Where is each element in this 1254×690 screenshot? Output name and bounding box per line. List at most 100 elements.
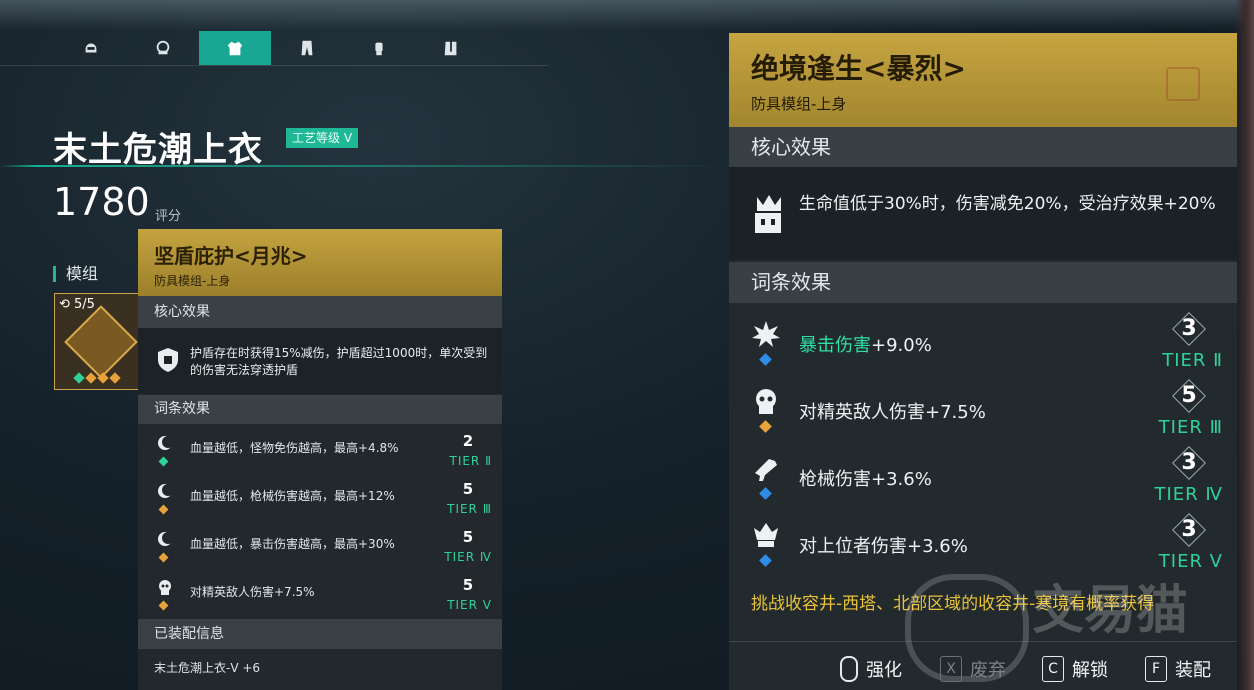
affix-value: +9.0%: [871, 335, 932, 356]
affix-tier: TIER Ⅱ: [449, 454, 492, 468]
equip-info-header: 已装配信息: [138, 619, 502, 649]
moon-icon: [158, 532, 174, 546]
equip-key: F: [1145, 656, 1167, 682]
affix-text: 血量越低，怪物免伤越高，最高+4.8%: [190, 441, 399, 455]
affix-level: 5: [456, 477, 480, 501]
affix-text: 血量越低，暴击伤害越高，最高+30%: [190, 537, 395, 551]
affix-text: 暴击伤害+9.0%: [799, 331, 932, 357]
craft-level-badge: 工艺等级 V: [286, 128, 359, 148]
module-section-label: 模组: [53, 266, 98, 282]
popup-subtitle: 防具模组-上身: [154, 274, 231, 288]
equip-label: 装配: [1175, 660, 1211, 681]
popup-header: 绝境逢生<暴烈> 防具模组-上身: [729, 33, 1237, 127]
equip-info-text: 末土危潮上衣-V +6: [154, 661, 261, 675]
unlock-label: 解锁: [1072, 660, 1108, 681]
mask-icon: [156, 40, 170, 55]
pants-icon: [301, 40, 313, 56]
overlord-icon: [754, 523, 778, 547]
unlock-button[interactable]: C 解锁: [1042, 656, 1108, 682]
gem-icon: [73, 372, 85, 384]
enhance-button[interactable]: 强化: [840, 656, 902, 682]
popup-title: 坚盾庇护<月兆>: [154, 244, 308, 268]
affix-level: 3: [1173, 514, 1205, 546]
core-effect-header: 核心效果: [729, 127, 1237, 167]
affix-level: 5: [456, 525, 480, 549]
faction-emblem-icon: [1166, 67, 1200, 101]
discard-button[interactable]: X 废弃: [940, 656, 1006, 682]
affix-tier: TIER Ⅳ: [444, 550, 492, 564]
burst-icon: [752, 321, 780, 347]
gun-icon: [755, 459, 777, 481]
module-slot[interactable]: ⟲ 5/5: [54, 293, 142, 390]
quality-gem-icon: [158, 600, 169, 611]
affix-row: 对精英敌人伤害+7.5% 5 TIER Ⅲ: [729, 378, 1237, 445]
module-icon: [64, 305, 138, 379]
mouse-icon: [840, 656, 858, 682]
core-effect-text: 生命值低于30%时，伤害减免20%，受治疗效果+20%: [799, 194, 1216, 214]
moon-icon: [158, 436, 174, 450]
tab-top-armor[interactable]: [199, 31, 271, 65]
affix-text: 对上位者伤害+3.6%: [799, 536, 968, 557]
popup-header: 坚盾庇护<月兆> 防具模组-上身: [138, 229, 502, 296]
equipped-module-popup: 坚盾庇护<月兆> 防具模组-上身 核心效果 护盾存在时获得15%减伤，护盾超过1…: [138, 229, 502, 690]
affix-row: 血量越低，暴击伤害越高，最高+30% 5 TIER Ⅳ: [138, 523, 502, 571]
item-score: 1780: [53, 180, 150, 224]
moon-icon: [158, 484, 174, 498]
affix-text: 血量越低，枪械伤害越高，最高+12%: [190, 489, 395, 503]
core-effect-text: 护盾存在时获得15%减伤，护盾超过1000时，单次受到的伤害无法穿透护盾: [190, 346, 488, 377]
gloves-icon: [375, 42, 383, 56]
top-glow: [0, 0, 1254, 30]
elite-skull-icon: [756, 389, 776, 414]
quality-gem-icon: [158, 552, 169, 563]
tab-boots[interactable]: [415, 31, 487, 65]
popup-subtitle: 防具模组-上身: [751, 95, 847, 113]
tab-mask[interactable]: [127, 31, 199, 65]
enhance-label: 强化: [866, 660, 902, 681]
affix-row: 暴击伤害+9.0% 3 TIER Ⅱ: [729, 311, 1237, 378]
gem-icon: [85, 372, 97, 384]
quality-gem-icon: [759, 487, 772, 500]
background-character-edge: [1234, 0, 1254, 690]
affix-header: 词条效果: [138, 395, 502, 424]
affix-tier: TIER Ⅴ: [447, 598, 492, 612]
affix-tier: TIER Ⅲ: [447, 502, 492, 516]
popup-title: 绝境逢生<暴烈>: [751, 52, 966, 85]
discard-key: X: [940, 656, 962, 682]
affix-row: 血量越低，枪械伤害越高，最高+12% 5 TIER Ⅲ: [138, 475, 502, 523]
affix-highlight: 暴击伤害: [799, 335, 871, 356]
affix-row: 枪械伤害+3.6% 3 TIER Ⅳ: [729, 445, 1237, 512]
score-label: 评分: [155, 209, 182, 224]
affix-level: 5: [456, 573, 480, 597]
shield-icon: [158, 348, 178, 372]
tab-divider: [0, 65, 548, 66]
affix-level: 3: [1173, 447, 1205, 479]
affix-tier: TIER Ⅱ: [1162, 350, 1223, 371]
discard-label: 废弃: [970, 660, 1006, 681]
affix-text: 对精英敌人伤害+7.5%: [190, 585, 315, 599]
tab-gloves[interactable]: [343, 31, 415, 65]
quality-gem-icon: [759, 420, 772, 433]
watermark-text: 交易猫: [1032, 581, 1189, 641]
equip-button[interactable]: F 装配: [1145, 656, 1211, 682]
affix-row: 对精英敌人伤害+7.5% 5 TIER Ⅴ: [138, 571, 502, 619]
elite-skull-icon: [159, 580, 171, 595]
item-title: 末土危潮上衣: [53, 130, 263, 170]
quality-gem-icon: [158, 456, 169, 467]
quality-gem-icon: [158, 504, 169, 515]
affix-text: 枪械伤害+3.6%: [799, 469, 932, 490]
gem-icon: [97, 372, 109, 384]
helmet-icon: [85, 43, 97, 53]
top-armor-icon: [227, 41, 243, 56]
unlock-key: C: [1042, 656, 1064, 682]
tab-helmet[interactable]: [55, 31, 127, 65]
core-effect-row: 生命值低于30%时，伤害减免20%，受治疗效果+20%: [729, 167, 1237, 260]
module-count: ⟲ 5/5: [59, 297, 95, 312]
gem-icon: [109, 372, 121, 384]
tab-pants[interactable]: [271, 31, 343, 65]
equipment-tabs: [55, 31, 487, 65]
module-gems: [73, 372, 121, 384]
affix-level: 5: [1173, 380, 1205, 412]
boots-icon: [444, 41, 457, 56]
core-effect-row: 护盾存在时获得15%减伤，护盾超过1000时，单次受到的伤害无法穿透护盾: [138, 328, 502, 394]
affix-level: 2: [456, 429, 480, 453]
